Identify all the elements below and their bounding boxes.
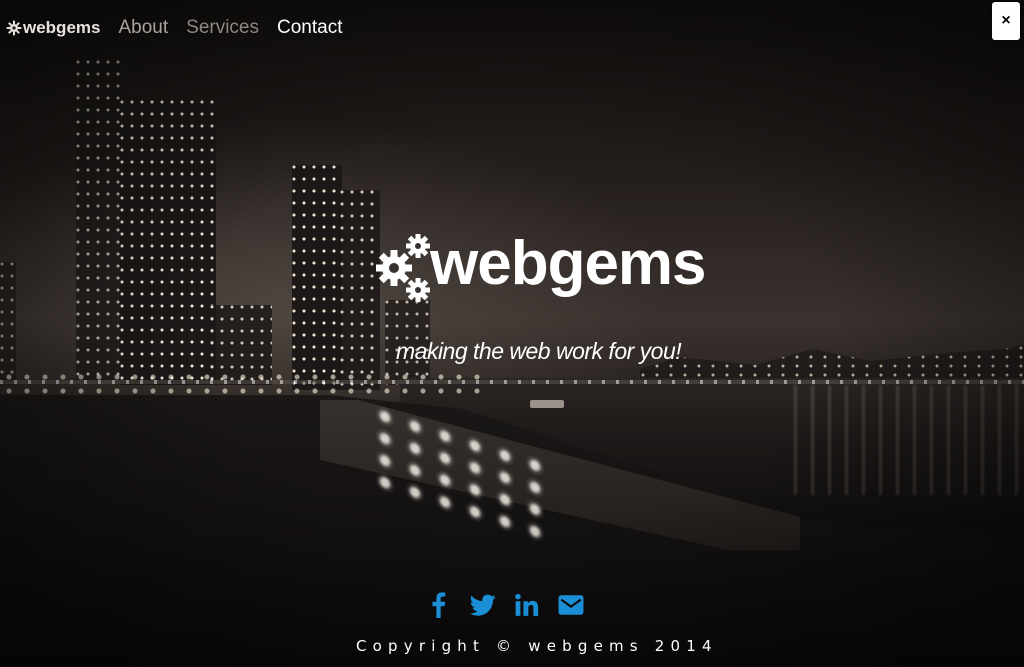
gears-icon bbox=[376, 234, 430, 302]
nav-item-contact[interactable]: Contact bbox=[277, 17, 342, 39]
email-icon bbox=[558, 595, 584, 615]
top-nav: webgems About Services Contact bbox=[6, 14, 360, 42]
close-button[interactable]: × bbox=[992, 2, 1020, 40]
linkedin-icon bbox=[515, 593, 539, 616]
close-icon: × bbox=[1001, 12, 1011, 29]
linkedin-link[interactable] bbox=[512, 590, 542, 620]
background-cityscape bbox=[0, 0, 1024, 667]
twitter-icon bbox=[470, 594, 496, 616]
gear-logo-icon bbox=[6, 20, 22, 36]
twitter-link[interactable] bbox=[468, 590, 498, 620]
brand-name: webgems bbox=[23, 18, 101, 37]
social-links bbox=[424, 590, 600, 620]
copyright-text: Copyright © webgems 2014 bbox=[356, 637, 718, 655]
brand-link[interactable]: webgems bbox=[6, 18, 100, 38]
email-link[interactable] bbox=[556, 590, 586, 620]
hero-tagline: making the web work for you! bbox=[396, 338, 682, 364]
facebook-link[interactable] bbox=[424, 590, 454, 620]
facebook-icon bbox=[432, 592, 446, 618]
nav-item-about[interactable]: About bbox=[118, 17, 168, 39]
nav-item-services[interactable]: Services bbox=[186, 17, 259, 39]
hero-logo: webgems bbox=[376, 229, 707, 304]
vignette bbox=[0, 0, 1024, 667]
hero-title: webgems bbox=[430, 229, 707, 298]
